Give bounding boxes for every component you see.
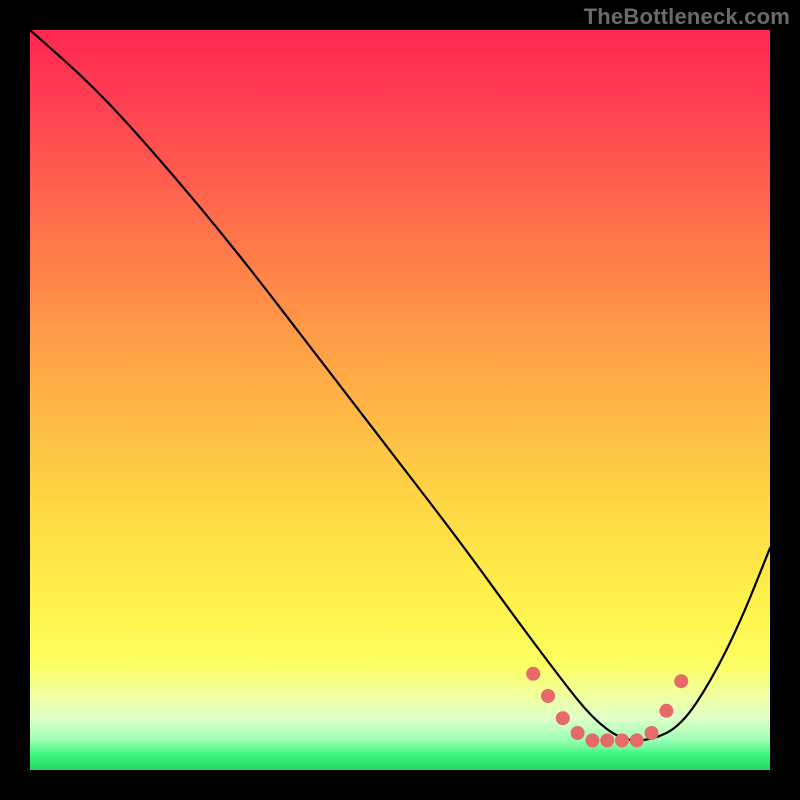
highlight-dot [556, 711, 570, 725]
highlight-dot [630, 733, 644, 747]
plot-area [30, 30, 770, 770]
chart-stage: TheBottleneck.com [0, 0, 800, 800]
highlight-dot [674, 674, 688, 688]
highlight-dot [600, 733, 614, 747]
highlight-dot [659, 704, 673, 718]
chart-svg [30, 30, 770, 770]
highlight-dot [541, 689, 555, 703]
bottleneck-curve-path [30, 30, 770, 740]
highlight-dot [615, 733, 629, 747]
highlight-dot [526, 667, 540, 681]
watermark-text: TheBottleneck.com [584, 4, 790, 30]
highlight-dot [585, 733, 599, 747]
highlight-dot [645, 726, 659, 740]
highlight-dot [571, 726, 585, 740]
